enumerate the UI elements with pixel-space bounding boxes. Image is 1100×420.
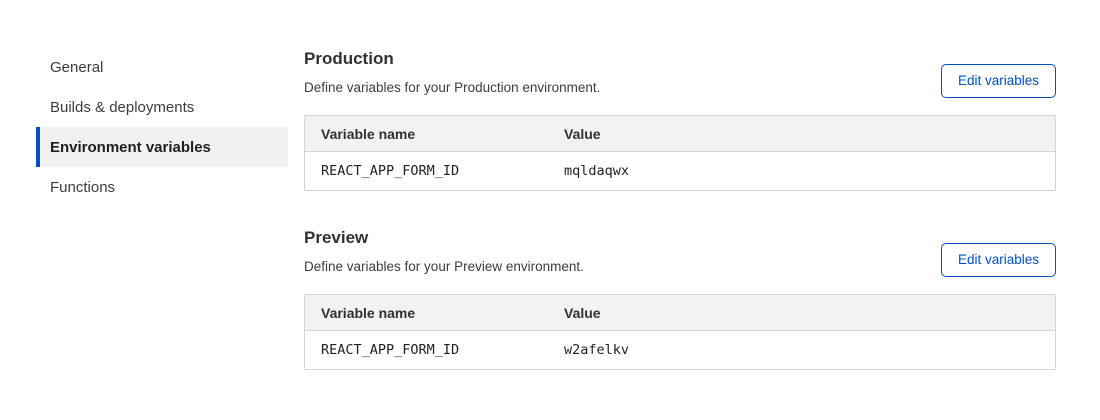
variable-value-cell: w2afelkv xyxy=(548,331,1055,369)
sidebar-item-label: Environment variables xyxy=(50,139,211,156)
settings-sidebar: General Builds & deployments Environment… xyxy=(36,47,288,207)
preview-section: Preview Define variables for your Previe… xyxy=(304,228,1056,370)
production-edit-variables-button[interactable]: Edit variables xyxy=(941,64,1056,98)
sidebar-item-label: Functions xyxy=(50,179,115,196)
sidebar-item-general[interactable]: General xyxy=(36,47,288,87)
sidebar-item-functions[interactable]: Functions xyxy=(36,167,288,207)
preview-variables-table: Variable name Value REACT_APP_FORM_ID w2… xyxy=(304,294,1056,370)
sidebar-item-label: General xyxy=(50,59,103,76)
production-variables-table: Variable name Value REACT_APP_FORM_ID mq… xyxy=(304,115,1056,191)
sidebar-item-label: Builds & deployments xyxy=(50,99,194,116)
table-row: REACT_APP_FORM_ID mqldaqwx xyxy=(305,152,1055,190)
column-header-value: Value xyxy=(548,116,1055,152)
table-header-row: Variable name Value xyxy=(305,116,1055,152)
sidebar-item-builds-deployments[interactable]: Builds & deployments xyxy=(36,87,288,127)
variable-name-cell: REACT_APP_FORM_ID xyxy=(305,152,548,190)
column-header-variable-name: Variable name xyxy=(305,116,548,152)
sidebar-item-environment-variables[interactable]: Environment variables xyxy=(36,127,288,167)
column-header-variable-name: Variable name xyxy=(305,295,548,331)
production-section: Production Define variables for your Pro… xyxy=(304,49,1056,191)
variable-value-cell: mqldaqwx xyxy=(548,152,1055,190)
column-header-value: Value xyxy=(548,295,1055,331)
preview-edit-variables-button[interactable]: Edit variables xyxy=(941,243,1056,277)
variable-name-cell: REACT_APP_FORM_ID xyxy=(305,331,548,369)
table-header-row: Variable name Value xyxy=(305,295,1055,331)
environment-variables-panel: Production Define variables for your Pro… xyxy=(304,0,1056,370)
table-row: REACT_APP_FORM_ID w2afelkv xyxy=(305,331,1055,369)
